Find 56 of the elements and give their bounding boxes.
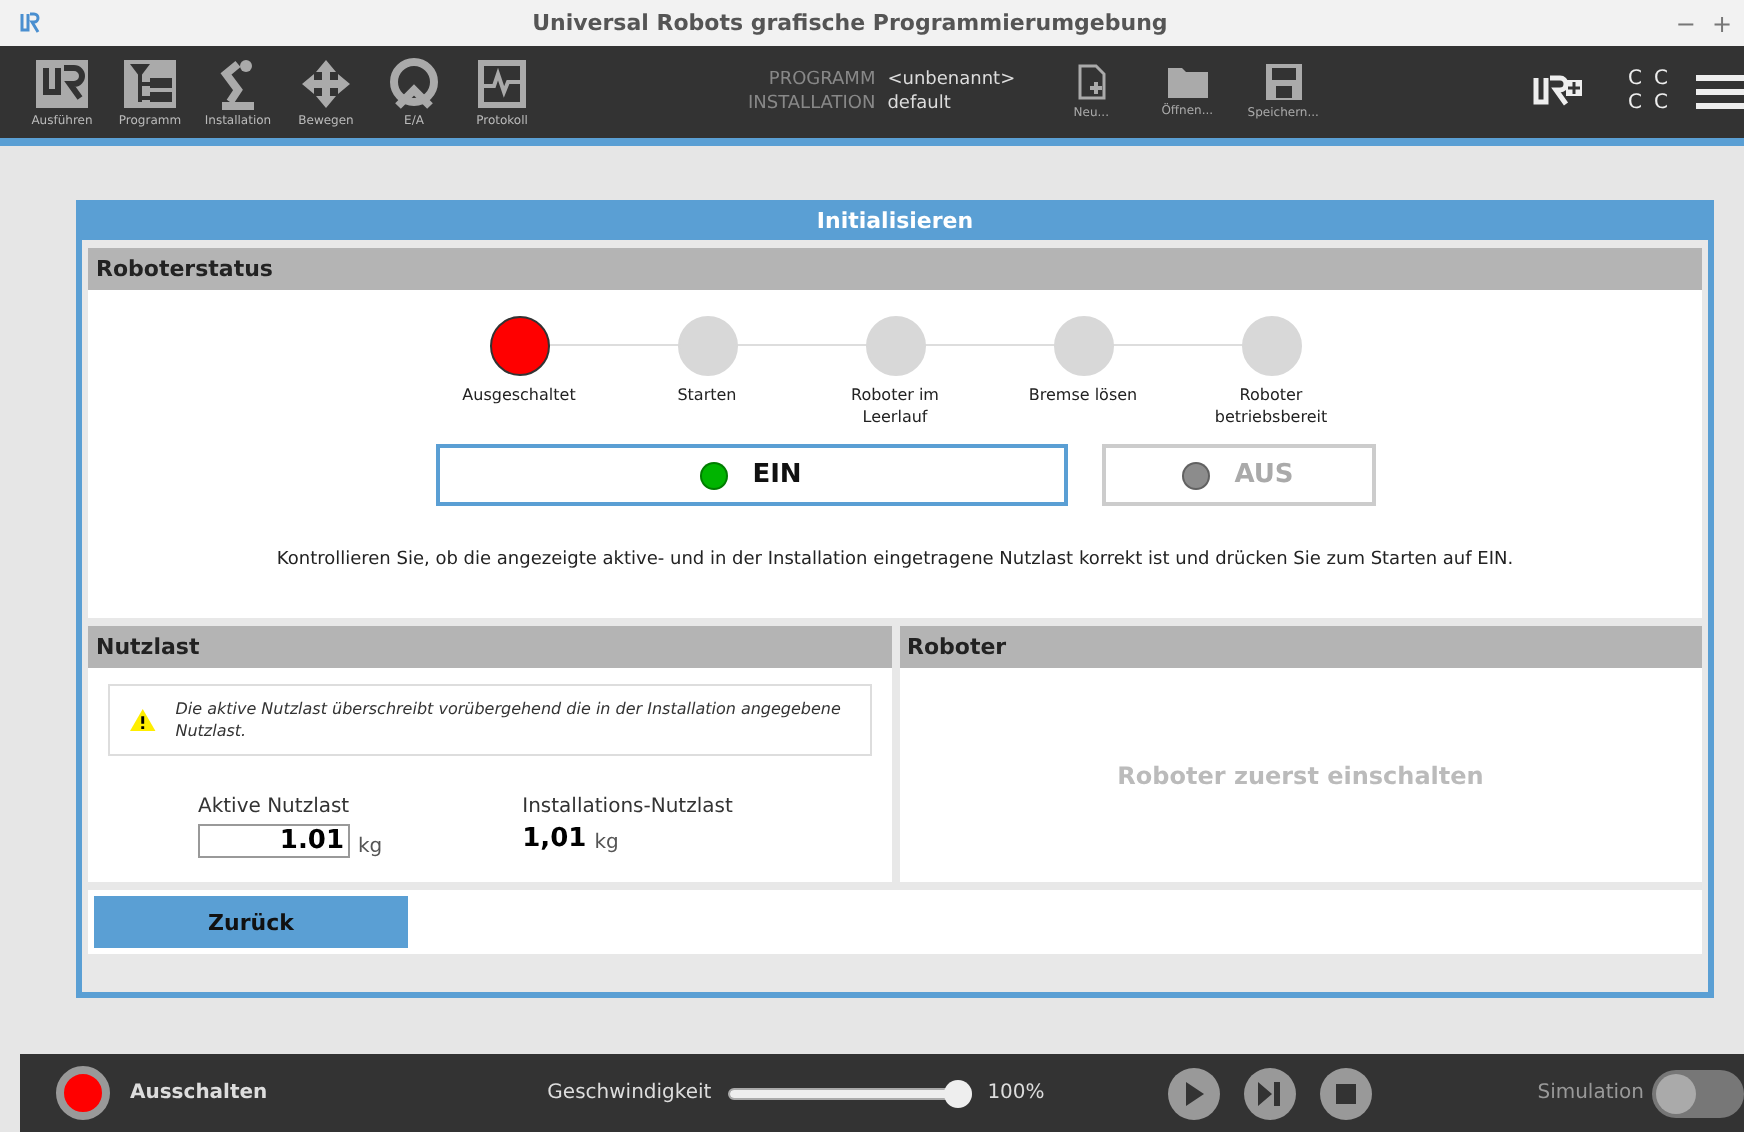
speed-label: Geschwindigkeit	[547, 1082, 712, 1104]
stop-icon	[1336, 1083, 1357, 1103]
step-label: Bremse lösen	[1026, 384, 1140, 406]
speed-slider[interactable]	[727, 1079, 972, 1107]
window-control[interactable]: +	[1711, 9, 1732, 37]
status-letter: C	[1654, 92, 1668, 116]
field-label: Aktive Nutzlast	[198, 796, 352, 818]
play-icon	[1184, 1081, 1205, 1105]
status-letter: C	[1628, 68, 1643, 92]
window-title: Universal Robots grafische Programmierumgebung	[530, 10, 1170, 36]
warning-icon	[130, 708, 156, 732]
save-icon	[1265, 64, 1302, 100]
installation-name: default	[887, 92, 953, 116]
step-label: Starten	[675, 384, 739, 406]
section-header: Roboterstatus	[88, 248, 1702, 290]
window-control[interactable]: −	[1675, 9, 1696, 37]
back-button[interactable]: Zurück	[94, 896, 408, 948]
new-file-icon	[1077, 64, 1106, 100]
section-header: Roboter	[899, 626, 1702, 668]
step-label: Ausgeschaltet	[460, 384, 578, 406]
step-label: Roboter betriebsbereit	[1212, 384, 1330, 428]
robot-message: Roboter zuerst einschalten	[1117, 761, 1484, 789]
instruction-text: Kontrollieren Sie, ob die angezeigte aktive- und in der Installation eingetragene Nutzlast korrekt ist und drücken Sie zum Starten auf EIN.	[274, 550, 1516, 570]
folder-icon	[1167, 66, 1208, 98]
waveform-icon	[474, 57, 530, 109]
unit-label: kg	[358, 836, 383, 858]
urcaps-icon[interactable]	[1532, 74, 1585, 110]
unit-label: kg	[594, 832, 619, 854]
step-icon	[1258, 1081, 1283, 1105]
section-header: Nutzlast	[88, 626, 891, 668]
status-letter: C	[1654, 68, 1668, 92]
installation-label: INSTALLATION	[748, 92, 876, 116]
speed-reading: 100%	[987, 1082, 1045, 1104]
payload-value: 1,01	[522, 824, 587, 854]
power-label: Ausschalten	[130, 1082, 268, 1104]
ur-logo-icon	[20, 12, 40, 34]
step-button[interactable]	[1244, 1067, 1297, 1119]
program-name: <unbenannt>	[887, 68, 1016, 92]
simulation-label: Simulation	[1537, 1082, 1644, 1104]
program-tree-icon	[122, 57, 178, 109]
dialog-title: Initialisieren	[82, 206, 1708, 240]
payload-input[interactable]: 1.01	[198, 824, 350, 858]
power-button[interactable]: EIN	[435, 444, 1067, 506]
field-label: Installations-Nutzlast	[522, 796, 733, 818]
simulation-toggle[interactable]	[1652, 1069, 1744, 1117]
program-label: PROGRAMM	[766, 68, 876, 92]
warning-text: Die aktive Nutzlast überschreibt vorübergehend die in der Installation angegebene Nutzlast.	[175, 698, 843, 742]
gauge-icon	[386, 57, 442, 109]
stop-button[interactable]	[1320, 1067, 1373, 1119]
play-button[interactable]	[1168, 1067, 1221, 1119]
step-label: Roboter im Leerlauf	[849, 384, 941, 428]
power-button[interactable]	[56, 1066, 110, 1120]
menu-icon[interactable]	[1696, 72, 1744, 112]
move-arrows-icon	[298, 57, 354, 109]
status-letter: C	[1628, 92, 1643, 116]
ur-logo-icon	[34, 57, 90, 109]
